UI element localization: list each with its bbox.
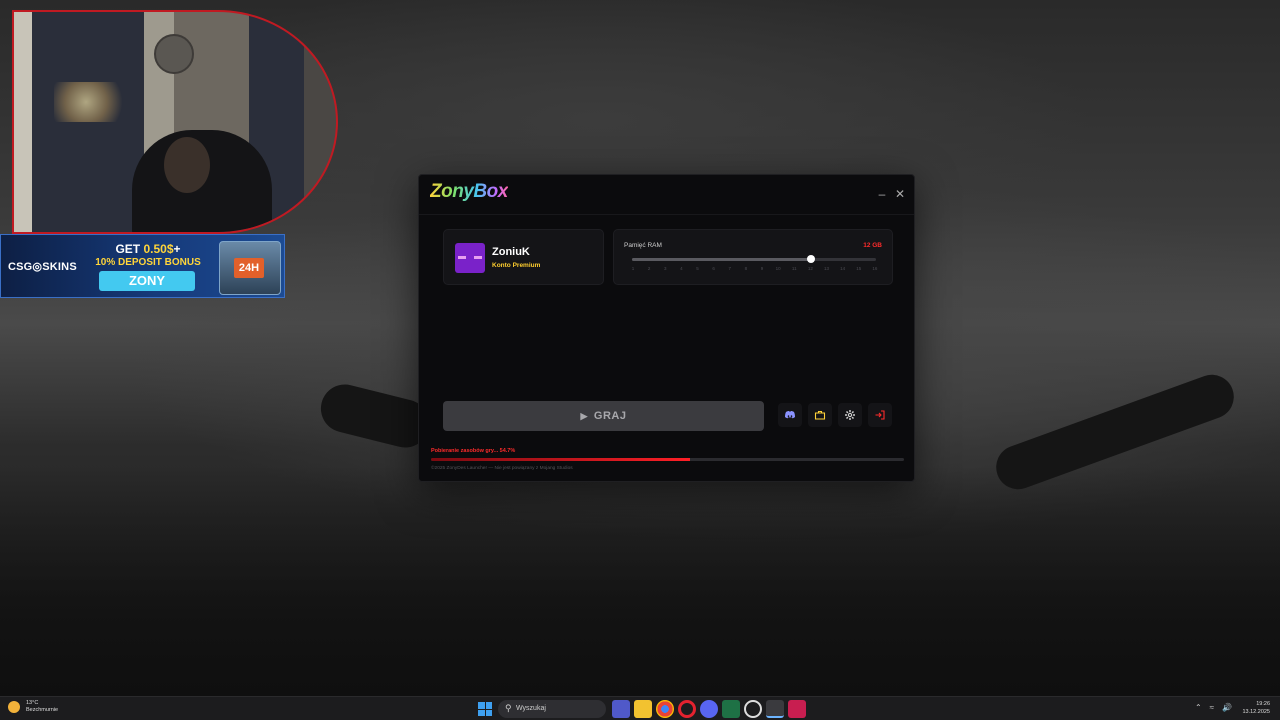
ram-tick: 9: [760, 266, 764, 271]
ram-tick: 10: [775, 266, 781, 271]
settings-button[interactable]: [838, 403, 862, 427]
volume-icon[interactable]: 🔊: [1222, 703, 1232, 712]
ram-tick: 3: [663, 266, 667, 271]
play-button-content: ▶ GRAJ: [443, 401, 764, 431]
start-icon-tile: [485, 702, 492, 709]
obs-icon[interactable]: [744, 700, 762, 718]
logout-icon: [875, 410, 885, 420]
avatar: [455, 243, 485, 273]
download-progress: [431, 458, 904, 461]
explorer-icon[interactable]: [634, 700, 652, 718]
ram-label: Pamięć RAM: [624, 242, 662, 249]
toolbar: [778, 403, 892, 427]
clock-time: 19:26: [1256, 701, 1270, 707]
weather-temperature: 13°C: [26, 700, 39, 706]
system-tray: ⌃ ≈ 🔊: [1195, 703, 1232, 712]
ram-tick: 8: [744, 266, 748, 271]
logout-button[interactable]: [868, 403, 892, 427]
discord-button[interactable]: [778, 403, 802, 427]
discord-taskbar-icon[interactable]: [700, 700, 718, 718]
start-icon-tile: [478, 702, 485, 709]
play-button[interactable]: ▶ GRAJ: [443, 401, 764, 431]
excel-icon[interactable]: [722, 700, 740, 718]
folder-button[interactable]: [808, 403, 832, 427]
gear-icon: [845, 410, 855, 420]
sponsor-code: ZONY: [99, 271, 195, 291]
launcher-taskbar-icon[interactable]: [766, 700, 784, 718]
close-button[interactable]: ✕: [893, 187, 907, 201]
teams-icon[interactable]: [612, 700, 630, 718]
network-icon[interactable]: ≈: [1210, 703, 1214, 712]
ram-slider[interactable]: [632, 255, 876, 263]
ram-tick: 15: [856, 266, 862, 271]
media-icon[interactable]: [788, 700, 806, 718]
start-icon-tile: [478, 709, 485, 716]
ram-ticks: 1 2 3 4 5 6 7 8 9 10 11 12 13 14 15 16: [628, 266, 880, 271]
clock-date: 13.12.2025: [1242, 709, 1270, 715]
weather-widget[interactable]: 13°C Bezchmurnie: [8, 700, 58, 714]
wallpaper-log-left: [315, 379, 435, 453]
play-label: GRAJ: [593, 410, 627, 422]
clock[interactable]: 19:26 13.12.2025: [1242, 700, 1270, 716]
webcam-lamp: [154, 34, 194, 74]
discord-icon: [785, 411, 795, 419]
minimize-button[interactable]: –: [875, 187, 889, 201]
sponsor-banner: CSG◎SKINS GET 0.50$+ 10% DEPOSIT BONUS Z…: [0, 234, 285, 298]
briefcase-icon: [814, 410, 826, 420]
sponsor-amount: 0.50$: [143, 242, 174, 256]
ram-tick: 11: [791, 266, 797, 271]
ram-card: Pamięć RAM 12 GB 1 2 3 4 5 6 7 8 9 10 11 12 13 14 15 16: [613, 229, 893, 285]
sponsor-plus: +: [173, 242, 181, 256]
sponsor-case-label: 24H: [234, 258, 264, 278]
sponsor-case-image: 24H: [219, 241, 281, 295]
sponsor-bonus: 10% DEPOSIT BONUS: [95, 257, 201, 268]
footer-text: ©2025 ZonyDes Launcher — Nie jest powiąz…: [431, 466, 573, 471]
weather-text: 13°C Bezchmurnie: [26, 700, 58, 714]
username: ZoniuK: [492, 246, 530, 258]
play-icon: ▶: [580, 411, 588, 421]
taskbar: 13°C Bezchmurnie ⚲ Wyszukaj ⌃ ≈ 🔊 19:26 …: [0, 696, 1280, 720]
wallpaper-foreground: [0, 466, 1280, 696]
sponsor-get: GET: [115, 242, 144, 256]
ram-tick: 4: [680, 266, 683, 271]
sponsor-brand: CSG◎SKINS: [8, 261, 77, 273]
ram-tick: 5: [696, 266, 699, 271]
ram-tick: 6: [712, 266, 715, 271]
title-bar[interactable]: ZonyBox – ✕: [419, 175, 914, 215]
ram-tick: 14: [840, 266, 846, 271]
ram-value: 12 GB: [863, 242, 882, 249]
ram-tick: 1: [631, 266, 635, 271]
sun-icon: [8, 701, 20, 713]
weather-condition: Bezchmurnie: [26, 707, 59, 713]
user-card: ZoniuK Konto Premium: [443, 229, 604, 285]
webcam-window: [54, 82, 134, 122]
search-placeholder: Wyszukaj: [516, 705, 546, 712]
app-logo: ZonyBox: [430, 181, 508, 202]
download-progress-fill: [431, 458, 690, 461]
start-button[interactable]: [478, 702, 492, 716]
ram-tick: 12: [807, 266, 813, 271]
chrome-icon[interactable]: [656, 700, 674, 718]
ram-tick: 2: [647, 266, 651, 271]
account-type: Konto Premium: [492, 262, 541, 269]
chevron-up-icon[interactable]: ⌃: [1195, 703, 1202, 712]
download-status: Pobieranie zasobów gry... 54.7%: [431, 448, 516, 454]
webcam-overlay: [12, 10, 338, 234]
sponsor-offer: GET 0.50$+: [93, 242, 203, 256]
webcam-head: [164, 137, 210, 193]
opera-icon[interactable]: [678, 700, 696, 718]
ram-slider-thumb[interactable]: [806, 255, 815, 263]
start-icon-tile: [485, 709, 492, 716]
ram-tick: 16: [872, 266, 878, 271]
ram-tick: 13: [823, 266, 829, 271]
taskbar-search[interactable]: ⚲ Wyszukaj: [498, 700, 606, 718]
ram-tick: 7: [728, 266, 731, 271]
taskbar-apps: [612, 700, 806, 718]
search-icon: ⚲: [505, 703, 512, 713]
launcher-window: ZonyBox – ✕ ZoniuK Konto Premium Pamięć …: [418, 174, 915, 482]
ram-slider-fill: [632, 258, 811, 261]
